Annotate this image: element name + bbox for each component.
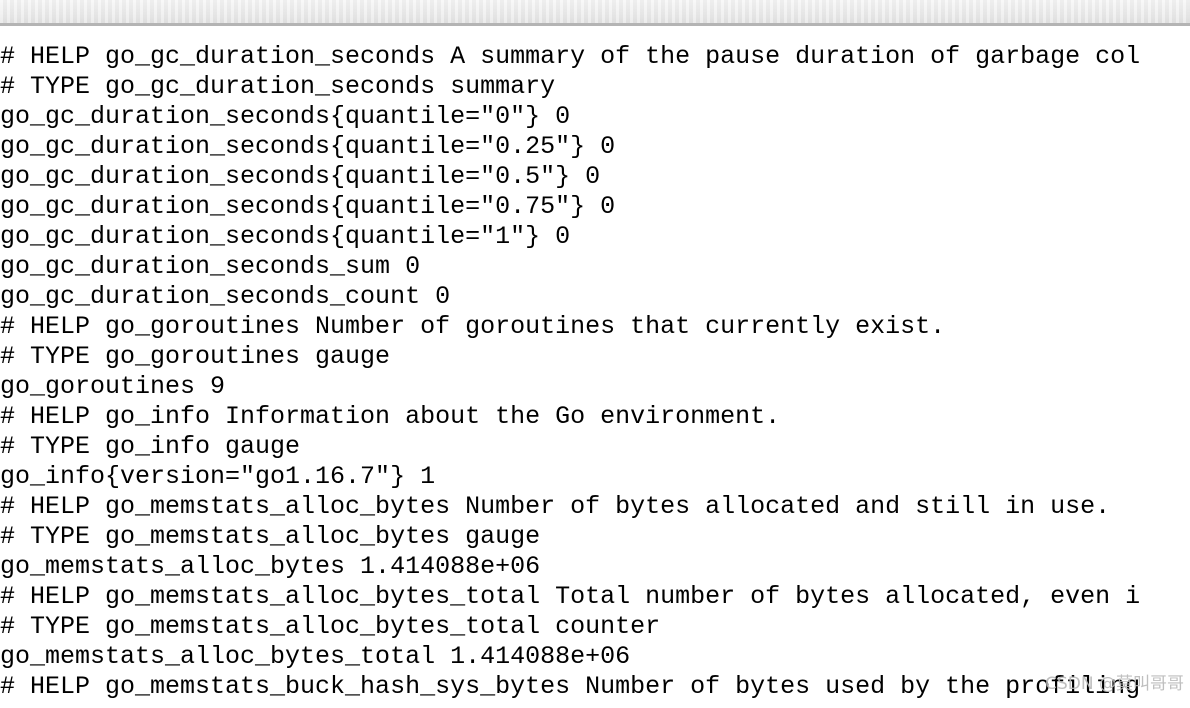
metrics-line: go_gc_duration_seconds{quantile="0.25"} …: [0, 132, 616, 161]
browser-chrome-bar[interactable]: [0, 0, 1190, 26]
metrics-line: # HELP go_gc_duration_seconds A summary …: [0, 42, 1141, 71]
metrics-line: # HELP go_memstats_alloc_bytes_total Tot…: [0, 582, 1141, 611]
metrics-line: # HELP go_memstats_alloc_bytes Number of…: [0, 492, 1111, 521]
browser-tab-strip[interactable]: [0, 0, 1190, 23]
metrics-line: # HELP go_memstats_buck_hash_sys_bytes N…: [0, 672, 1141, 701]
metrics-text-output: # HELP go_gc_duration_seconds A summary …: [0, 26, 1190, 708]
metrics-line: go_goroutines 9: [0, 372, 226, 401]
metrics-line: go_gc_duration_seconds{quantile="0.75"} …: [0, 192, 616, 221]
metrics-line: # TYPE go_memstats_alloc_bytes gauge: [0, 522, 541, 551]
metrics-line: go_gc_duration_seconds_count 0: [0, 282, 451, 311]
metrics-line: # HELP go_info Information about the Go …: [0, 402, 781, 431]
metrics-line: go_gc_duration_seconds{quantile="1"} 0: [0, 222, 571, 251]
metrics-line: # TYPE go_goroutines gauge: [0, 342, 391, 371]
metrics-line: go_gc_duration_seconds_sum 0: [0, 252, 421, 281]
metrics-line: go_memstats_alloc_bytes 1.414088e+06: [0, 552, 541, 581]
metrics-line: # HELP go_goroutines Number of goroutine…: [0, 312, 946, 341]
metrics-line: go_info{version="go1.16.7"} 1: [0, 462, 436, 491]
metrics-line: # TYPE go_info gauge: [0, 432, 301, 461]
metrics-line: go_gc_duration_seconds{quantile="0"} 0: [0, 102, 571, 131]
metrics-line: go_memstats_alloc_bytes_total 1.414088e+…: [0, 642, 631, 671]
metrics-line: # TYPE go_memstats_alloc_bytes_total cou…: [0, 612, 661, 641]
metrics-line: # TYPE go_gc_duration_seconds summary: [0, 72, 556, 101]
metrics-line: go_gc_duration_seconds{quantile="0.5"} 0: [0, 162, 601, 191]
